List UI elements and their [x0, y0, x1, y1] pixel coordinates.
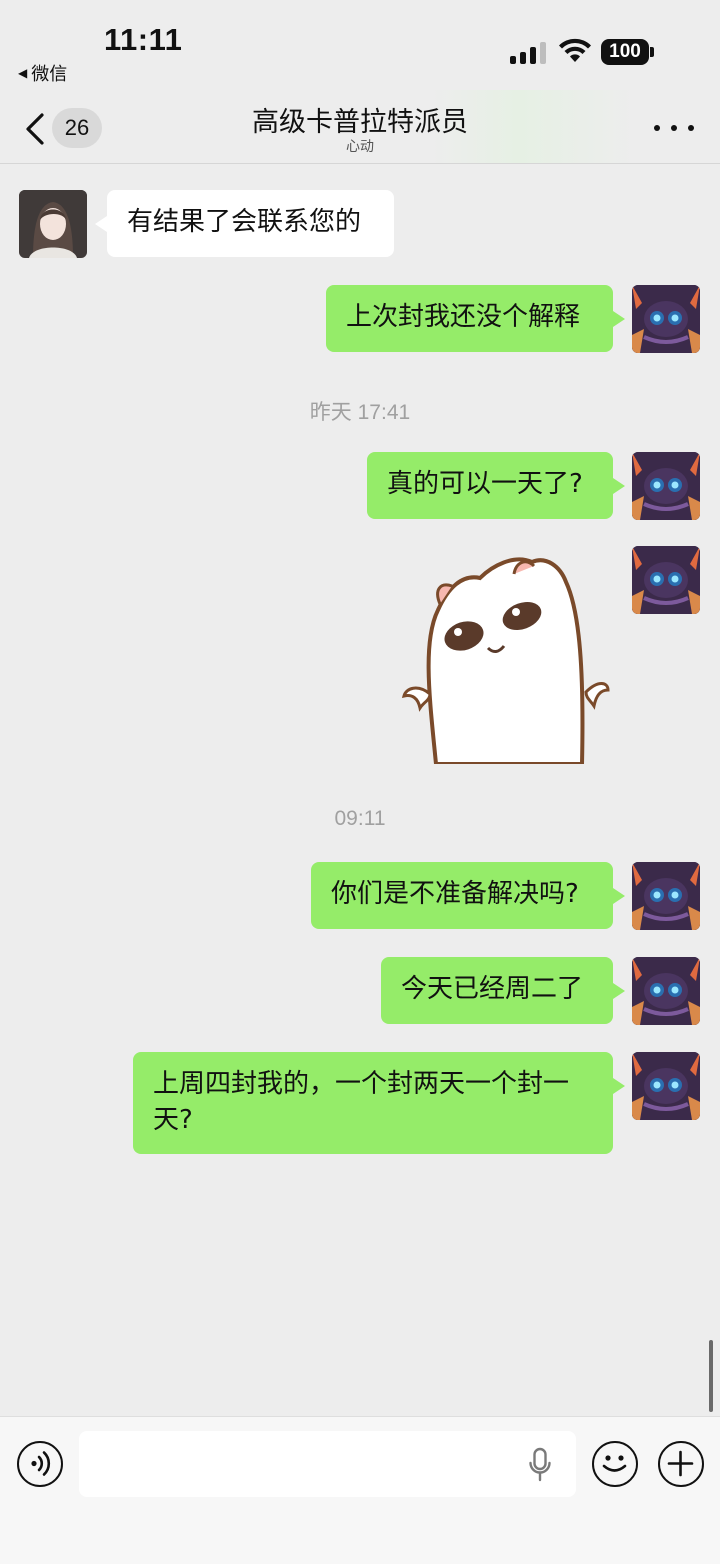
timestamp: 昨天 17:41	[309, 401, 411, 424]
timestamp: 09:11	[334, 807, 386, 830]
message-text: 今天已经周二了	[401, 974, 584, 1004]
emoji-icon	[602, 1455, 627, 1472]
cellular-signal-icon	[510, 40, 546, 64]
message-bubble-outgoing[interactable]: 上周四封我的，一个封两天一个封一天?	[133, 1052, 625, 1154]
battery-indicator: 100	[601, 39, 649, 65]
status-bar: 11:11 ◀ 微信 100	[0, 0, 720, 90]
scrollbar[interactable]	[709, 1340, 713, 1412]
chat-subtitle: 心动	[346, 139, 374, 155]
shrugging-cat-sticker[interactable]	[396, 552, 616, 764]
back-to-app-link[interactable]: ◀ 微信	[18, 60, 67, 86]
chat-title: 高级卡普拉特派员	[252, 107, 468, 138]
back-app-label: 微信	[31, 64, 68, 85]
wifi-icon	[559, 38, 591, 62]
voice-mode-button[interactable]	[17, 1441, 63, 1487]
message-text: 你们是不准备解决吗?	[331, 879, 579, 909]
emoji-button[interactable]	[592, 1441, 638, 1487]
plus-icon	[667, 1450, 694, 1477]
microphone-icon[interactable]	[528, 1447, 552, 1483]
clock: 11:11	[104, 22, 183, 57]
message-text: 有结果了会联系您的	[127, 207, 362, 237]
more-options-button[interactable]	[654, 120, 694, 136]
more-actions-button[interactable]	[658, 1441, 704, 1487]
message-bubble-outgoing[interactable]: 你们是不准备解决吗?	[311, 862, 625, 929]
message-text: 上次封我还没个解释	[346, 302, 581, 332]
my-avatar[interactable]	[632, 862, 700, 930]
back-triangle-icon: ◀	[18, 66, 28, 80]
my-avatar[interactable]	[632, 285, 700, 353]
message-input[interactable]	[79, 1431, 576, 1497]
message-bubble-outgoing[interactable]: 真的可以一天了?	[367, 452, 625, 519]
my-avatar[interactable]	[632, 1052, 700, 1120]
battery-cap	[650, 47, 654, 57]
ellipsis-icon	[654, 125, 660, 131]
message-bubble-incoming[interactable]: 有结果了会联系您的	[95, 190, 394, 257]
message-bubble-outgoing[interactable]: 今天已经周二了	[381, 957, 625, 1024]
contact-avatar[interactable]	[19, 190, 87, 258]
my-avatar[interactable]	[632, 546, 700, 614]
message-bubble-outgoing[interactable]: 上次封我还没个解释	[326, 285, 625, 352]
message-text: 真的可以一天了?	[387, 469, 583, 499]
input-bar	[0, 1416, 720, 1564]
message-text: 上周四封我的，一个封两天一个封一天?	[153, 1069, 570, 1135]
my-avatar[interactable]	[632, 452, 700, 520]
voice-mode-icon	[31, 1451, 51, 1476]
chat-header: 26 高级卡普拉特派员 心动	[0, 90, 720, 164]
my-avatar[interactable]	[632, 957, 700, 1025]
